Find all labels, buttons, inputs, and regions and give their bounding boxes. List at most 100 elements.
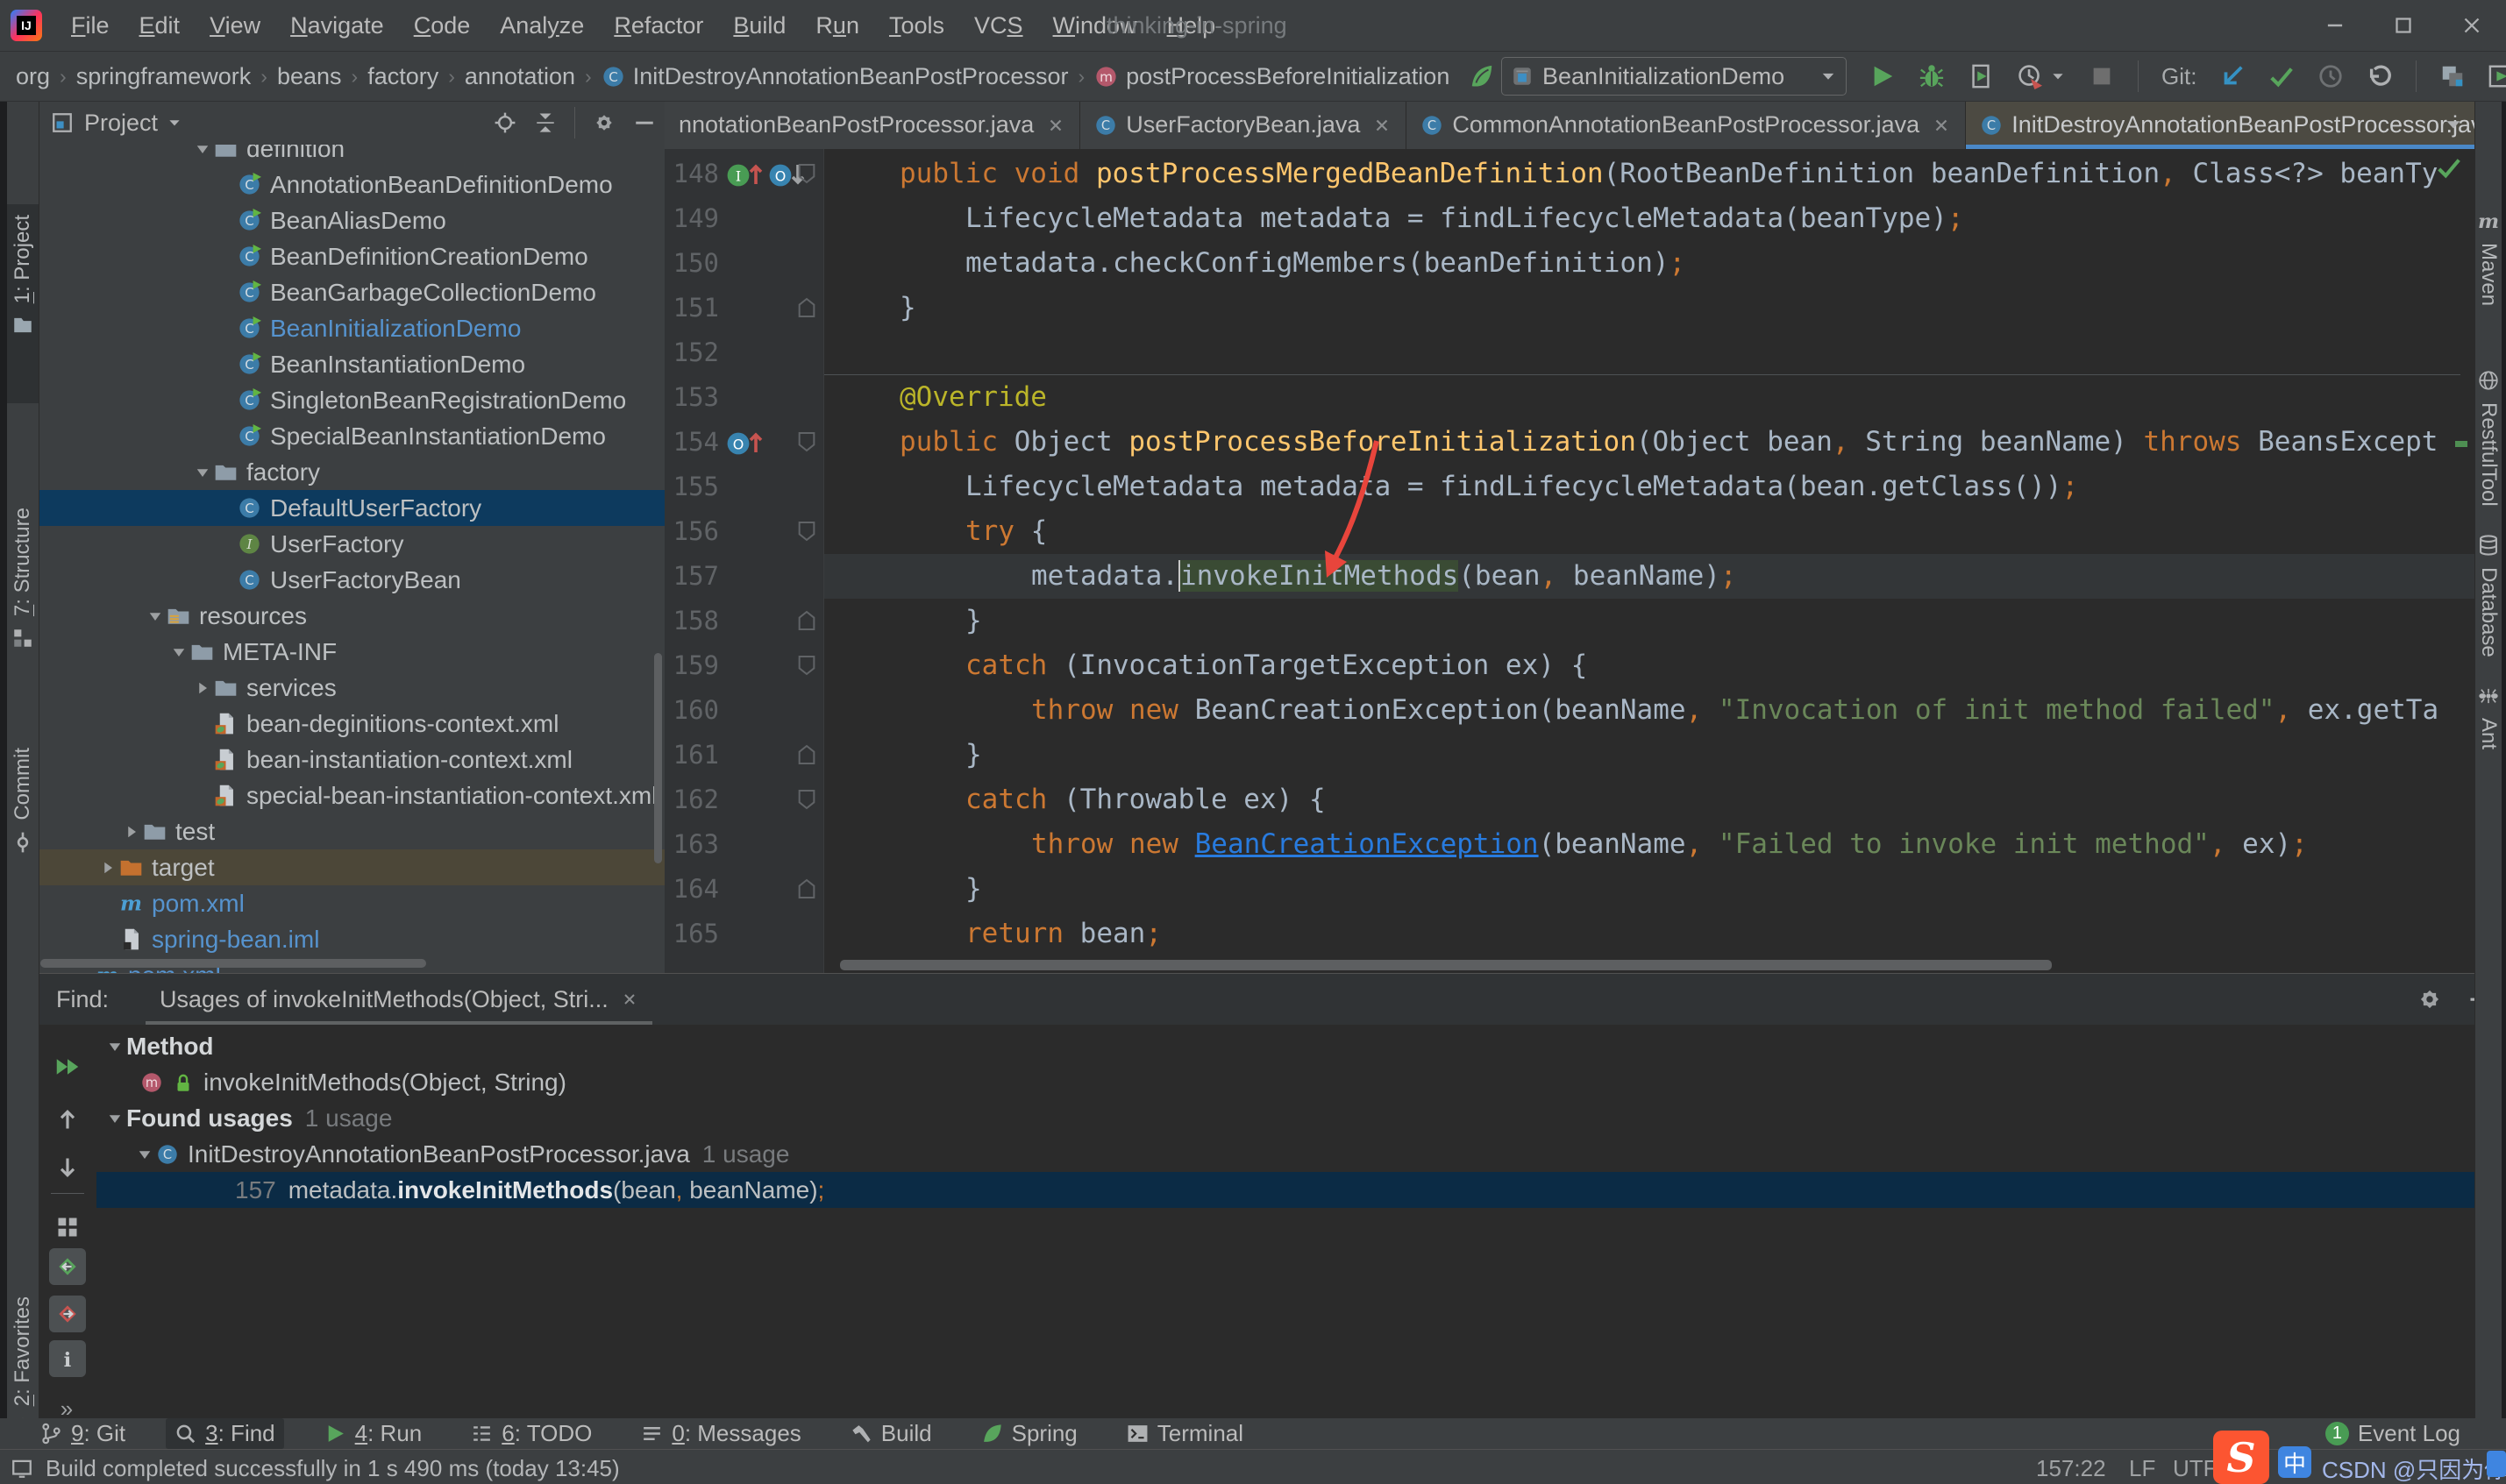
inspections-ok-icon[interactable] [2436,154,2462,181]
editor-tab[interactable]: CInitDestroyAnnotationBeanPostProcessor.… [1966,101,2474,149]
editor-tab[interactable]: CUserFactoryBean.java [1080,101,1406,149]
editor-tab[interactable]: CCommonAnnotationBeanPostProcessor.java [1406,101,1966,149]
breadcrumb-item[interactable]: factory [367,63,438,90]
history-icon[interactable] [2317,63,2344,89]
tree-item-special-bean-instantiation-context.xml[interactable]: special-bean-instantiation-context.xml [39,778,665,813]
profiler-icon[interactable] [2017,63,2043,89]
menu-file[interactable]: File [56,12,125,39]
line-number[interactable]: 151 [668,286,719,330]
line-number[interactable]: 159 [668,643,719,688]
line-number[interactable]: 153 [668,375,719,420]
collapse-icon[interactable] [534,111,557,134]
collapsed-arrow-icon[interactable] [191,679,214,697]
tree-item-SingletonBeanRegistrationDemo[interactable]: CSingletonBeanRegistrationDemo [39,382,665,418]
next-occurrence-button[interactable] [49,1149,86,1186]
toolwindow-button-git[interactable]: 9: Git [32,1418,134,1449]
fold-region-icon[interactable] [798,429,815,455]
expanded-arrow-icon[interactable] [103,1038,126,1055]
breadcrumb-method[interactable]: postProcessBeforeInitialization [1126,63,1449,90]
stripe-button-project[interactable]: 1: Project [7,204,39,403]
find-result-row[interactable]: minvokeInitMethods(Object, String) [96,1064,2506,1100]
line-number[interactable]: 162 [668,778,719,822]
tree-item-BeanInitializationDemo[interactable]: CBeanInitializationDemo [39,310,665,346]
tree-item-spring-bean.iml[interactable]: spring-bean.iml [39,921,665,957]
fold-region-icon[interactable] [798,160,815,187]
tree-item-target[interactable]: target [39,849,665,885]
toolwindow-button-find[interactable]: 3: Find [166,1418,284,1449]
close-icon[interactable] [1372,116,1392,135]
breadcrumb-item[interactable]: springframework [76,63,252,90]
line-number[interactable]: 150 [668,241,719,286]
menu-edit[interactable]: Edit [125,12,196,39]
breadcrumb-class[interactable]: InitDestroyAnnotationBeanPostProcessor [633,63,1069,90]
maximize-button[interactable] [2369,0,2438,51]
find-results-tab[interactable]: Usages of invokeInitMethods(Object, Stri… [146,974,652,1025]
menu-navigate[interactable]: Navigate [275,12,399,39]
tree-item-BeanGarbageCollectionDemo[interactable]: CBeanGarbageCollectionDemo [39,274,665,310]
fold-region-icon[interactable] [798,876,815,902]
tree-item-SpecialBeanInstantiationDemo[interactable]: CSpecialBeanInstantiationDemo [39,418,665,454]
breadcrumb-item[interactable]: annotation [465,63,575,90]
tree-item-UserFactory[interactable]: IUserFactory [39,526,665,562]
fold-region-icon[interactable] [798,652,815,678]
fold-region-icon[interactable] [798,518,815,544]
jump-to-source-button[interactable] [49,1248,86,1285]
hidden-tabs-chevron-icon[interactable] [2443,114,2464,135]
stop-icon[interactable] [2089,63,2115,89]
stripe-button-restfultool[interactable]: RestfulTool [2475,364,2502,540]
gear-icon[interactable] [593,111,616,134]
menu-analyze[interactable]: Analyze [485,12,599,39]
expanded-arrow-icon[interactable] [144,607,167,625]
tree-item-resources[interactable]: resources [39,598,665,634]
previous-occurrence-button[interactable] [49,1101,86,1138]
expanded-arrow-icon[interactable] [191,145,214,158]
project-vertical-scrollbar[interactable] [654,653,662,863]
breadcrumb-item[interactable]: org [16,63,50,90]
code-editor[interactable]: 148IOpublic void postProcessMergedBeanDe… [665,149,2474,973]
minus-icon[interactable] [633,111,656,134]
line-number[interactable]: 152 [668,330,719,375]
autoscroll-to-source-button[interactable] [49,1296,86,1332]
tree-item-AnnotationBeanDefinitionDemo[interactable]: CAnnotationBeanDefinitionDemo [39,167,665,202]
run-anything-icon[interactable] [2488,63,2506,89]
vcs-update-icon[interactable] [2219,63,2246,89]
error-stripe-mark[interactable] [2455,441,2467,447]
tree-item-META-INF[interactable]: META-INF [39,634,665,670]
caret-position[interactable]: 157:22 [2036,1455,2106,1482]
stripe-button-structure[interactable]: 7: Structure [7,497,39,727]
editor-horizontal-scrollbar[interactable] [840,960,2052,970]
close-button[interactable] [2438,0,2506,51]
editor-tab[interactable]: nnotationBeanPostProcessor.java [665,101,1080,149]
chevron-down-icon[interactable] [167,115,182,131]
menu-tools[interactable]: Tools [874,12,959,39]
find-result-row[interactable]: CInitDestroyAnnotationBeanPostProcessor.… [96,1136,2506,1172]
expanded-arrow-icon[interactable] [133,1146,156,1163]
toolwindow-button-spring[interactable]: Spring [972,1418,1086,1449]
fold-region-icon[interactable] [798,295,815,321]
profiler-chevron-icon[interactable] [2050,68,2066,84]
find-result-row[interactable]: Method [96,1028,2506,1064]
gear-icon[interactable] [2417,986,2443,1012]
close-icon[interactable] [1046,116,1065,135]
toolwindow-button-run[interactable]: 4: Run [316,1418,431,1449]
tree-item-bean-deginitions-context.xml[interactable]: bean-deginitions-context.xml [39,706,665,742]
find-result-row[interactable]: 157metadata.invokeInitMethods(bean, bean… [96,1172,2506,1208]
line-number[interactable]: 160 [668,688,719,733]
toolwindow-button-terminal[interactable]: Terminal [1118,1418,1252,1449]
stripe-button-database[interactable]: Database [2475,529,2502,683]
menu-vcs[interactable]: VCS [959,12,1038,39]
rerun-search-button[interactable] [49,1048,86,1085]
tree-item-UserFactoryBean[interactable]: CUserFactoryBean [39,562,665,598]
stripe-button-maven[interactable]: mMaven [2475,204,2502,350]
collapsed-arrow-icon[interactable] [120,823,143,841]
line-number[interactable]: 154 [668,420,719,465]
line-number[interactable]: 164 [668,867,719,912]
changes-icon[interactable] [2439,63,2466,89]
expanded-arrow-icon[interactable] [191,464,214,481]
event-log-button[interactable]: 1 Event Log [2325,1420,2460,1447]
run-configuration-select[interactable]: BeanInitializationDemo [1501,57,1847,96]
line-number[interactable]: 156 [668,509,719,554]
ovrUp-icon[interactable]: O [726,428,765,456]
menu-run[interactable]: Run [801,12,874,39]
line-number[interactable]: 163 [668,822,719,867]
